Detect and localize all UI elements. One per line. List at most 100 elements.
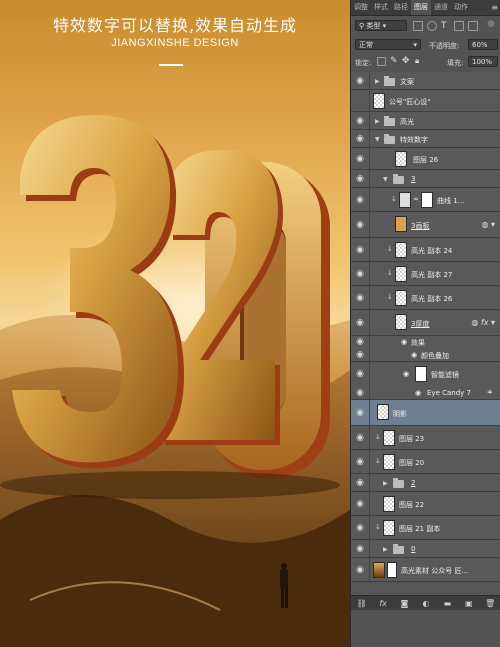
panel-menu-icon[interactable]: ≡ bbox=[491, 0, 500, 15]
eye-icon[interactable]: ◉ bbox=[355, 565, 365, 575]
tab-channels[interactable]: 通道 bbox=[431, 0, 451, 15]
eye-icon[interactable]: ◉ bbox=[355, 350, 365, 360]
layer-row[interactable]: ◉ ↓ 图层 21 副本 bbox=[351, 516, 500, 540]
eye-icon[interactable]: ◉ bbox=[355, 269, 365, 279]
eye-icon[interactable]: ◉ bbox=[355, 293, 365, 303]
layer-row-adjustment[interactable]: ◉ ↓ ∞ 曲线 1... bbox=[351, 188, 500, 212]
link-icon[interactable]: ⛓ bbox=[356, 599, 368, 608]
tab-paths[interactable]: 路径 bbox=[391, 0, 411, 15]
fill-input[interactable]: 100% bbox=[468, 56, 498, 67]
eye-icon[interactable]: ◉ bbox=[355, 337, 365, 347]
eye-icon[interactable]: ◉ bbox=[355, 195, 365, 205]
eye-icon[interactable]: ◉ bbox=[355, 154, 365, 164]
eye-icon[interactable]: ◉ bbox=[355, 388, 365, 398]
layer-row[interactable]: ◉ 图层 26 bbox=[351, 148, 500, 170]
filter-kind-select[interactable]: ⚲ 类型 ▾ bbox=[355, 20, 407, 31]
type-filter-icon[interactable]: T bbox=[441, 21, 447, 31]
layer-row-selected[interactable]: ◉ 阴影 bbox=[351, 400, 500, 426]
layer-row[interactable]: ◉ ↓ 高光 副本 27 bbox=[351, 262, 500, 286]
blend-mode-select[interactable]: 正常 ▾ bbox=[355, 39, 421, 50]
filter-mask-thumbnail bbox=[415, 366, 427, 382]
adjustment-filter-icon[interactable] bbox=[427, 21, 437, 31]
layer-row[interactable]: ◉ ↓ 图层 20 bbox=[351, 450, 500, 474]
smart-filters-row[interactable]: ◉ ◉ 智能滤镜 bbox=[351, 362, 500, 386]
layer-row-smart[interactable]: ◉ 3画板 ◍ ▾ bbox=[351, 212, 500, 238]
eye-icon[interactable]: ◉ bbox=[355, 245, 365, 255]
tab-adjustments[interactable]: 调整 bbox=[351, 0, 371, 15]
tab-actions[interactable]: 动作 bbox=[451, 0, 471, 15]
layer-name: 曲线 1... bbox=[437, 197, 465, 205]
layer-thumbnail bbox=[383, 430, 395, 446]
layer-row[interactable]: □ 公号"匠心设" bbox=[351, 90, 500, 112]
collapse-arrow-icon[interactable]: ▼ bbox=[375, 136, 380, 143]
layer-row-group[interactable]: ◉ ▶ 2 bbox=[351, 474, 500, 492]
mask-icon[interactable]: ◙ bbox=[399, 599, 411, 608]
opacity-input[interactable]: 60% bbox=[468, 39, 498, 50]
layer-name: 2 bbox=[411, 479, 416, 487]
adjustment-icon[interactable]: ◐ bbox=[420, 599, 432, 608]
eye-icon[interactable]: ◉ bbox=[355, 318, 365, 328]
tab-styles[interactable]: 样式 bbox=[371, 0, 391, 15]
eye-icon[interactable]: ◉ bbox=[355, 76, 365, 86]
smart-object-thumbnail bbox=[395, 216, 407, 232]
clip-arrow-icon: ↓ bbox=[375, 433, 381, 441]
layer-row[interactable]: ◉ 高光素材 公众号 匠... bbox=[351, 558, 500, 582]
folder-icon[interactable]: ▬ bbox=[441, 599, 453, 608]
new-layer-icon[interactable]: ▣ bbox=[463, 599, 475, 608]
eye-icon[interactable]: ◉ bbox=[355, 499, 365, 509]
layer-row-group[interactable]: ◉ ▶ 高光 bbox=[351, 112, 500, 130]
effect-eye-icon[interactable]: ◉ bbox=[411, 351, 417, 359]
lock-transparent-icon[interactable] bbox=[377, 57, 386, 66]
lock-move-icon[interactable]: ✥ bbox=[402, 56, 410, 66]
filter-toggle-icon[interactable]: ● bbox=[487, 19, 495, 29]
eye-icon[interactable]: ◉ bbox=[355, 544, 365, 554]
layer-row-smart[interactable]: ◉ 3厚度 ◍ fx ▾ bbox=[351, 310, 500, 336]
clip-arrow-icon: ↓ bbox=[375, 457, 381, 465]
eye-icon[interactable]: ◉ bbox=[355, 457, 365, 467]
effect-row[interactable]: ◉ ◉ 颜色叠加 bbox=[351, 349, 500, 362]
expand-arrow-icon[interactable]: ▶ bbox=[383, 480, 388, 487]
eye-icon[interactable]: ◉ bbox=[355, 433, 365, 443]
fx-icon[interactable]: fx bbox=[377, 599, 389, 608]
eye-icon[interactable]: ◉ bbox=[355, 134, 365, 144]
layer-row-group[interactable]: ◉ ▼ 3 bbox=[351, 170, 500, 188]
layer-row[interactable]: ◉ ↓ 高光 副本 26 bbox=[351, 286, 500, 310]
eye-icon[interactable]: ◉ bbox=[355, 369, 365, 379]
layer-row-group[interactable]: ◉ ▼ 特效数字 bbox=[351, 130, 500, 148]
trash-icon[interactable]: 🗑︎ bbox=[484, 599, 496, 608]
layer-row-group[interactable]: ◉ ▶ 文案 bbox=[351, 72, 500, 90]
pixel-filter-icon[interactable] bbox=[413, 21, 423, 31]
standing-man bbox=[280, 563, 288, 608]
eye-icon[interactable]: ◉ bbox=[355, 478, 365, 488]
shape-filter-icon[interactable] bbox=[454, 21, 464, 31]
eye-icon[interactable]: ◉ bbox=[355, 408, 365, 418]
tab-layers[interactable]: 图层 bbox=[411, 0, 431, 15]
expand-arrow-icon[interactable]: ▶ bbox=[375, 78, 380, 85]
smart-object-filter-icon[interactable] bbox=[468, 21, 478, 31]
filter-options-icon[interactable]: ≑ bbox=[487, 388, 493, 396]
expand-arrow-icon[interactable]: ▶ bbox=[375, 118, 380, 125]
expand-arrow-icon[interactable]: ▶ bbox=[383, 546, 388, 553]
folder-icon bbox=[393, 174, 404, 184]
eye-icon[interactable]: ◉ bbox=[355, 116, 365, 126]
eye-icon[interactable]: ◉ bbox=[355, 523, 365, 533]
lock-all-icon[interactable]: 🔒︎ bbox=[415, 56, 419, 66]
clip-arrow-icon: ↓ bbox=[375, 523, 381, 531]
filter-eye-icon[interactable]: ◉ bbox=[403, 370, 409, 378]
filter-row[interactable]: ◉ ◉ Eye Candy 7 ≑ bbox=[351, 386, 500, 400]
effects-eye-icon[interactable]: ◉ bbox=[401, 338, 407, 346]
layer-row[interactable]: ◉ 图层 22 bbox=[351, 492, 500, 516]
fx-icon[interactable]: ◍ fx ▾ bbox=[471, 318, 495, 327]
eye-hidden-icon[interactable]: □ bbox=[355, 96, 365, 106]
layer-row-group[interactable]: ◉ ▶ 0 bbox=[351, 540, 500, 558]
layer-row[interactable]: ◉ ↓ 图层 23 bbox=[351, 426, 500, 450]
layer-row[interactable]: ◉ ↓ 高光 副本 24 bbox=[351, 238, 500, 262]
filter-eye-icon[interactable]: ◉ bbox=[415, 389, 421, 397]
fx-icon[interactable]: ◍ ▾ bbox=[481, 220, 495, 229]
collapse-arrow-icon[interactable]: ▼ bbox=[383, 176, 388, 183]
eye-icon[interactable]: ◉ bbox=[355, 220, 365, 230]
layer-thumbnail bbox=[377, 404, 389, 420]
eye-icon[interactable]: ◉ bbox=[355, 174, 365, 184]
lock-paint-icon[interactable]: ✎ bbox=[390, 56, 398, 66]
effects-row[interactable]: ◉ ◉ 效果 bbox=[351, 336, 500, 349]
